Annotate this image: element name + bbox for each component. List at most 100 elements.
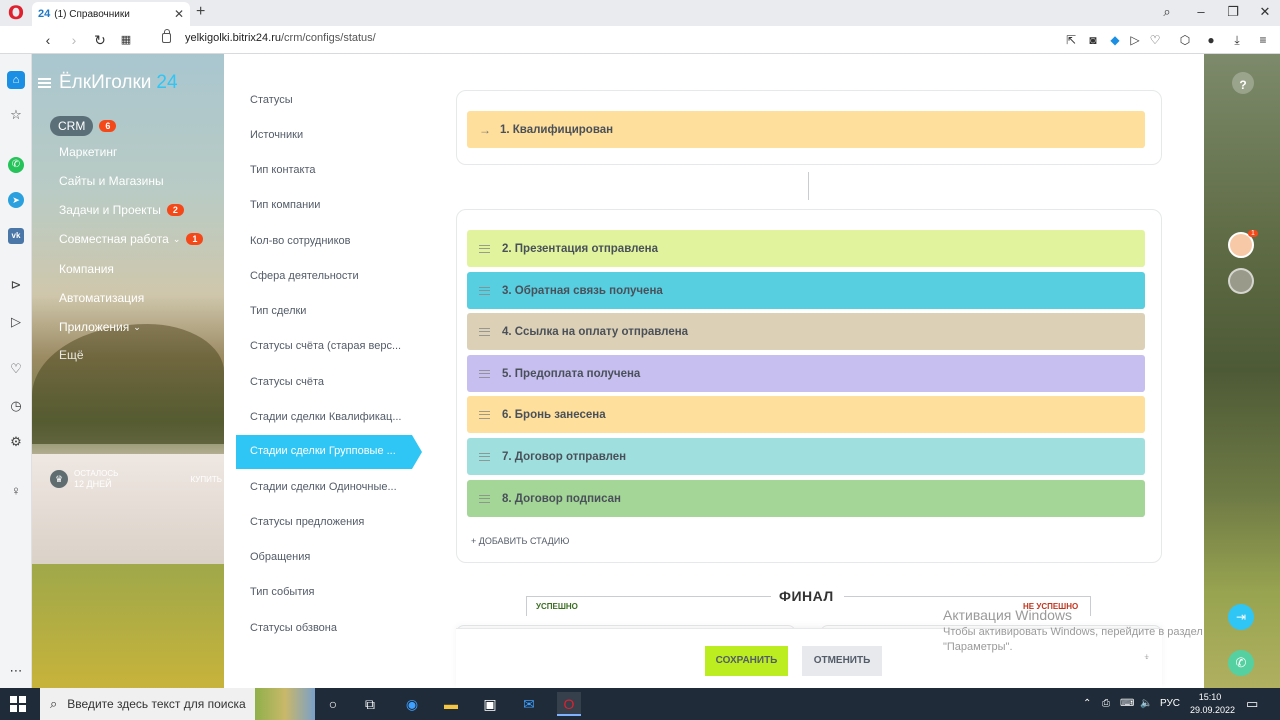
ref-item-company-type[interactable]: Тип компании — [250, 199, 320, 211]
stage-label[interactable]: 6. Бронь занесена — [502, 409, 606, 421]
ref-item-deal-group-active[interactable]: Стадии сделки Групповые ... — [236, 435, 422, 469]
ref-item-event-type[interactable]: Тип события — [250, 586, 314, 598]
ref-item-deal-type[interactable]: Тип сделки — [250, 305, 306, 317]
ref-item-invoice-old[interactable]: Статусы счёта (старая верс... — [250, 340, 401, 352]
stage-label[interactable]: 1. Квалифицирован — [500, 124, 613, 136]
send-icon[interactable]: ▷ — [1126, 31, 1144, 49]
more-icon[interactable]: ⋯ — [7, 662, 25, 680]
help-icon[interactable]: ? — [1232, 72, 1254, 94]
store-icon[interactable]: ▣ — [478, 692, 502, 716]
taskbar-search[interactable]: ⌕ Введите здесь текст для поиска — [40, 688, 315, 720]
windows-start-icon[interactable] — [10, 696, 26, 712]
download-icon[interactable]: ⤓ — [1228, 31, 1246, 49]
telegram-icon[interactable]: ➤ — [8, 192, 24, 208]
settings-icon[interactable]: ⚙ — [7, 433, 25, 451]
minimize-icon[interactable]: – — [1184, 2, 1218, 22]
portal-logo[interactable]: ЁлкИголки 24 — [38, 72, 178, 94]
heart-icon[interactable]: ♡ — [1146, 31, 1164, 49]
drag-handle-icon[interactable] — [479, 286, 490, 295]
tray-app-icon[interactable]: ⎙ — [1102, 688, 1110, 720]
share-icon[interactable]: ⇱ — [1062, 31, 1080, 49]
menu-item-crm[interactable]: CRM 6 — [50, 116, 117, 136]
stage-label[interactable]: 7. Договор отправлен — [502, 451, 626, 463]
mail-icon[interactable]: ✉ — [517, 692, 541, 716]
ref-item-call-statuses[interactable]: Статусы обзвона — [250, 622, 337, 634]
ref-item-quote-statuses[interactable]: Статусы предложения — [250, 516, 364, 528]
menu-item-apps[interactable]: Приложения ⌄ — [59, 320, 141, 334]
reload-icon[interactable]: ↻ — [90, 30, 110, 50]
add-stage-link[interactable]: + ДОБАВИТЬ СТАДИЮ — [471, 536, 569, 546]
stage-item[interactable]: → 1. Квалифицирован — [467, 111, 1145, 148]
buy-link[interactable]: КУПИТЬ — [191, 475, 222, 484]
cube-icon[interactable]: ⬡ — [1176, 31, 1194, 49]
volume-icon[interactable]: 🔈 — [1140, 688, 1152, 720]
home-icon[interactable]: ⌂ — [7, 71, 25, 89]
ref-item-employees[interactable]: Кол-во сотрудников — [250, 235, 350, 247]
menu-item-marketing[interactable]: Маркетинг — [59, 145, 117, 159]
stage-label[interactable]: 5. Предоплата получена — [502, 368, 640, 380]
taskbar-clock[interactable]: 15:10 29.09.2022 — [1190, 691, 1235, 717]
explorer-icon[interactable]: ▬ — [439, 692, 463, 716]
drag-handle-icon[interactable] — [479, 410, 490, 419]
menu-item-collaboration[interactable]: Совместная работа ⌄ 1 — [59, 232, 204, 246]
back-icon[interactable]: ‹ — [38, 30, 58, 50]
stage-item[interactable]: 3. Обратная связь получена — [467, 272, 1145, 309]
vk-icon[interactable]: vk — [8, 228, 24, 244]
whatsapp-icon[interactable]: ✆ — [8, 157, 24, 173]
phone-icon[interactable]: ✆ — [1228, 650, 1254, 676]
stage-label[interactable]: 4. Ссылка на оплату отправлена — [502, 326, 688, 338]
profile-icon[interactable]: ● — [1202, 31, 1220, 49]
opera-taskbar-icon[interactable]: O — [557, 692, 581, 716]
drag-handle-icon[interactable] — [479, 452, 490, 461]
history-icon[interactable]: ◷ — [7, 397, 25, 415]
browser-search-icon[interactable]: ⌕ — [1150, 2, 1184, 22]
stage-item[interactable]: 6. Бронь занесена — [467, 396, 1145, 433]
new-tab-button[interactable]: + — [196, 3, 205, 21]
ref-item-sources[interactable]: Источники — [250, 129, 303, 141]
tray-chevron-icon[interactable]: ⌃ — [1083, 688, 1091, 720]
ref-item-statuses[interactable]: Статусы — [250, 94, 293, 106]
lock-icon[interactable] — [162, 29, 171, 43]
tab-close-icon[interactable]: ✕ — [174, 7, 184, 21]
opera-logo-icon[interactable]: O — [6, 3, 26, 23]
save-button[interactable]: СОХРАНИТЬ — [705, 646, 788, 676]
drag-handle-icon[interactable] — [479, 244, 490, 253]
ref-item-deal-qualification[interactable]: Стадии сделки Квалификац... — [250, 411, 402, 423]
avatar[interactable] — [1228, 268, 1254, 294]
network-icon[interactable]: ⌨ — [1120, 688, 1134, 720]
ref-item-invoice[interactable]: Статусы счёта — [250, 376, 324, 388]
close-window-icon[interactable]: ✕ — [1248, 2, 1280, 22]
browser-tab[interactable]: 24 (1) Справочники ✕ — [32, 2, 190, 26]
forward-icon[interactable]: › — [64, 30, 84, 50]
snapshot-icon[interactable]: ◙ — [1084, 31, 1102, 49]
language-indicator[interactable]: РУС — [1160, 688, 1180, 720]
url-field[interactable]: yelkigolki.bitrix24.ru/crm/configs/statu… — [185, 32, 376, 44]
menu-item-automation[interactable]: Автоматизация — [59, 291, 144, 305]
speed-dial-icon[interactable]: ▦ — [116, 30, 136, 50]
restore-icon[interactable]: ❐ — [1216, 2, 1250, 22]
notifications-icon[interactable]: ▭ — [1246, 688, 1258, 720]
stage-item[interactable]: 5. Предоплата получена — [467, 355, 1145, 392]
menu-item-sites[interactable]: Сайты и Магазины — [59, 174, 164, 188]
stage-label[interactable]: 3. Обратная связь получена — [502, 285, 663, 297]
stage-item[interactable]: 7. Договор отправлен — [467, 438, 1145, 475]
lightbulb-icon[interactable]: ♀ — [7, 482, 25, 500]
stage-label[interactable]: 8. Договор подписан — [502, 493, 621, 505]
stage-item[interactable]: 8. Договор подписан — [467, 480, 1145, 517]
stage-item[interactable]: 4. Ссылка на оплату отправлена — [467, 313, 1145, 350]
menu-item-tasks[interactable]: Задачи и Проекты 2 — [59, 203, 184, 217]
cortana-icon[interactable]: ○ — [321, 692, 345, 716]
ref-item-deal-single[interactable]: Стадии сделки Одиночные... — [250, 481, 397, 493]
drag-handle-icon[interactable] — [479, 327, 490, 336]
stage-label[interactable]: 2. Презентация отправлена — [502, 243, 658, 255]
burger-icon[interactable] — [38, 78, 51, 88]
drag-handle-icon[interactable] — [479, 494, 490, 503]
ref-item-contact-type[interactable]: Тип контакта — [250, 164, 316, 176]
player-icon[interactable]: ⊳ — [7, 276, 25, 294]
menu-icon[interactable]: ≡ — [1254, 31, 1272, 49]
edge-icon[interactable]: ◉ — [400, 692, 424, 716]
cancel-button[interactable]: ОТМЕНИТЬ — [802, 646, 882, 676]
star-icon[interactable]: ☆ — [7, 106, 25, 124]
menu-item-more[interactable]: Ещё — [59, 348, 84, 362]
task-view-icon[interactable]: ⧉ — [358, 692, 382, 716]
